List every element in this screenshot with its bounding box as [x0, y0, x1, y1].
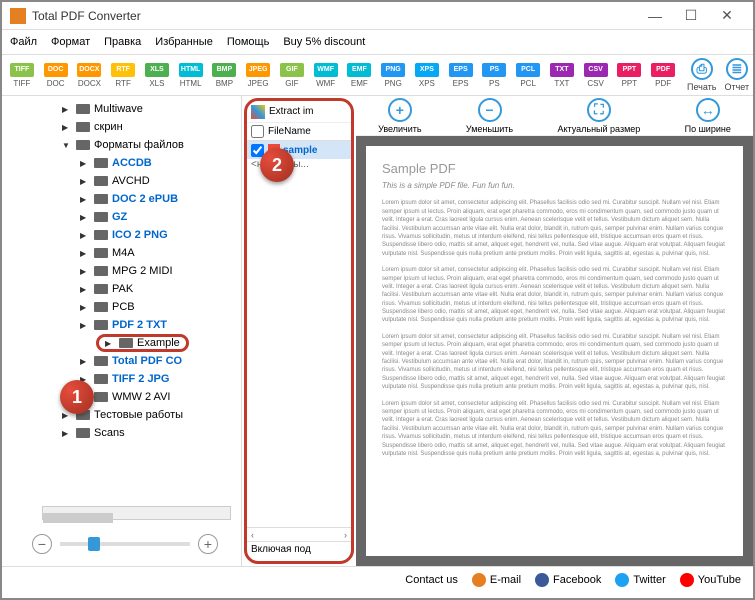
- preview-fit-width[interactable]: ↔По ширине: [685, 98, 731, 134]
- menu-file[interactable]: Файл: [10, 36, 37, 48]
- format-docx[interactable]: DOCXDOCX: [74, 63, 106, 88]
- tree-item[interactable]: ▶M4A: [62, 244, 241, 262]
- tree-item[interactable]: ▶Example: [62, 334, 241, 352]
- tree-item[interactable]: ▶PCB: [62, 298, 241, 316]
- format-jpeg[interactable]: JPEGJPEG: [242, 63, 274, 88]
- zoom-in-button[interactable]: +: [198, 534, 218, 554]
- email-icon: [472, 573, 486, 587]
- format-csv[interactable]: CSVCSV: [580, 63, 612, 88]
- print-button[interactable]: ⎙Печать: [687, 58, 716, 92]
- format-wmf[interactable]: WMFWMF: [310, 63, 342, 88]
- menu-format[interactable]: Формат: [51, 36, 90, 48]
- tree-item[interactable]: ▶Multiwave: [62, 100, 241, 118]
- extract-images-button[interactable]: Extract im: [247, 101, 351, 123]
- close-button[interactable]: ✕: [709, 4, 745, 28]
- sidebar-scrollbar[interactable]: [42, 506, 231, 520]
- filelist-scrollbar[interactable]: ‹›: [247, 527, 351, 541]
- twitter-link[interactable]: Twitter: [615, 573, 665, 587]
- format-emf[interactable]: EMFEMF: [344, 63, 376, 88]
- doc-body-3: Lorem ipsum dolor sit amet, consectetur …: [382, 333, 727, 392]
- facebook-icon: [535, 573, 549, 587]
- select-all-checkbox[interactable]: [251, 125, 264, 138]
- twitter-icon: [615, 573, 629, 587]
- menu-edit[interactable]: Правка: [104, 36, 141, 48]
- tree-item[interactable]: ▶PAK: [62, 280, 241, 298]
- format-pcl[interactable]: PCLPCL: [512, 63, 544, 88]
- format-html[interactable]: HTMLHTML: [175, 63, 207, 88]
- facebook-link[interactable]: Facebook: [535, 573, 601, 587]
- contact-label: Contact us: [405, 574, 458, 586]
- format-pdf[interactable]: PDFPDF: [647, 63, 679, 88]
- tree-item[interactable]: ▶ACCDB: [62, 154, 241, 172]
- doc-body-4: Lorem ipsum dolor sit amet, consectetur …: [382, 400, 727, 459]
- filelist-footer: Включая под: [247, 541, 351, 561]
- filelist-header[interactable]: FileName: [247, 123, 351, 141]
- maximize-button[interactable]: ☐: [673, 4, 709, 28]
- report-button[interactable]: ≣Отчет: [724, 58, 749, 92]
- menu-favorites[interactable]: Избранные: [155, 36, 213, 48]
- preview-zoom-out[interactable]: −Уменьшить: [466, 98, 513, 134]
- format-bmp[interactable]: BMPBMP: [209, 63, 241, 88]
- window-title: Total PDF Converter: [32, 9, 637, 23]
- tree-item[interactable]: ▶Scans: [62, 424, 241, 442]
- extract-label: Extract im: [269, 106, 313, 117]
- menu-discount[interactable]: Buy 5% discount: [283, 36, 365, 48]
- menu-help[interactable]: Помощь: [227, 36, 270, 48]
- zoom-slider[interactable]: [60, 542, 190, 546]
- tree-item[interactable]: ▶PDF 2 TXT: [62, 316, 241, 334]
- tree-item[interactable]: ▶скрин: [62, 118, 241, 136]
- tree-item[interactable]: ▶ICO 2 PNG: [62, 226, 241, 244]
- youtube-link[interactable]: YouTube: [680, 573, 741, 587]
- email-link[interactable]: E-mail: [472, 573, 521, 587]
- format-txt[interactable]: TXTTXT: [546, 63, 578, 88]
- preview-actual-size[interactable]: ⛶Актуальный размер: [557, 98, 640, 134]
- format-ppt[interactable]: PPTPPT: [614, 63, 646, 88]
- format-xps[interactable]: XPSXPS: [411, 63, 443, 88]
- app-icon: [10, 8, 26, 24]
- extract-icon: [251, 105, 265, 119]
- tree-item[interactable]: ▶DOC 2 ePUB: [62, 190, 241, 208]
- annotation-2: 2: [260, 148, 294, 182]
- annotation-1: 1: [60, 380, 94, 414]
- doc-body-1: Lorem ipsum dolor sit amet, consectetur …: [382, 199, 727, 258]
- format-gif[interactable]: GIFGIF: [276, 63, 308, 88]
- preview-zoom-in[interactable]: +Увеличить: [378, 98, 421, 134]
- doc-title: Sample PDF: [382, 160, 727, 178]
- pdf-preview[interactable]: Sample PDF This is a simple PDF file. Fu…: [356, 136, 753, 566]
- zoom-out-button[interactable]: −: [32, 534, 52, 554]
- tree-item[interactable]: ▶MPG 2 MIDI: [62, 262, 241, 280]
- minimize-button[interactable]: —: [637, 4, 673, 28]
- doc-body-2: Lorem ipsum dolor sit amet, consectetur …: [382, 266, 727, 325]
- doc-subtitle: This is a simple PDF file. Fun fun fun.: [382, 180, 727, 191]
- tree-item[interactable]: ▶AVCHD: [62, 172, 241, 190]
- format-xls[interactable]: XLSXLS: [141, 63, 173, 88]
- tree-item[interactable]: ▶Total PDF CO: [62, 352, 241, 370]
- tree-item[interactable]: ▶GZ: [62, 208, 241, 226]
- format-png[interactable]: PNGPNG: [377, 63, 409, 88]
- tree-item[interactable]: ▼Форматы файлов: [62, 136, 241, 154]
- youtube-icon: [680, 573, 694, 587]
- format-ps[interactable]: PSPS: [479, 63, 511, 88]
- format-doc[interactable]: DOCDOC: [40, 63, 72, 88]
- format-eps[interactable]: EPSEPS: [445, 63, 477, 88]
- format-tiff[interactable]: TIFFTIFF: [6, 63, 38, 88]
- format-rtf[interactable]: RTFRTF: [107, 63, 139, 88]
